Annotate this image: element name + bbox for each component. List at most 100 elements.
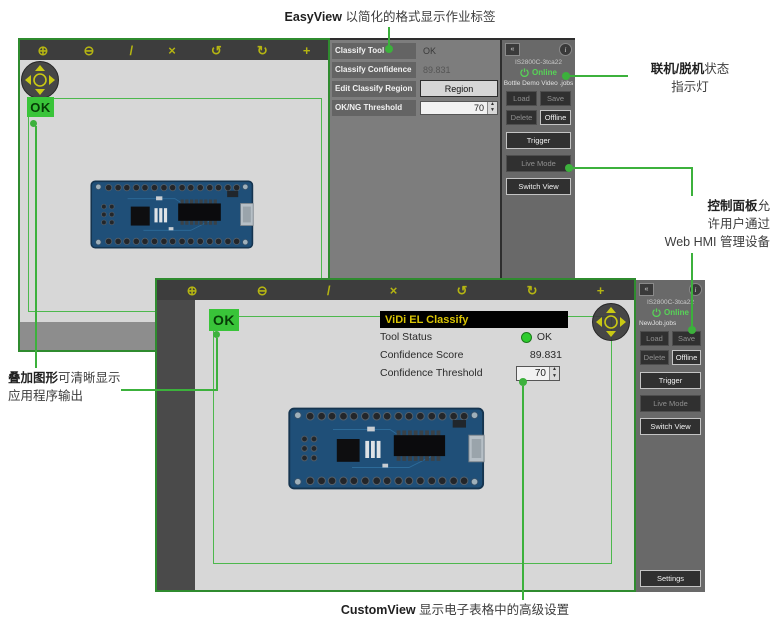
- classify-tool-label: Classify Tool: [332, 43, 416, 59]
- annotation-customview-rest: 显示电子表格中的高级设置: [416, 603, 569, 617]
- customview-toolbar: ⊕ ⊖ / × ↺ ↻ +: [157, 280, 634, 300]
- pan-icon[interactable]: +: [303, 44, 311, 57]
- vidi-panel-title: ViDi EL Classify: [380, 311, 568, 328]
- customview-ok-badge: OK: [209, 309, 239, 331]
- annotation-customview-bold: CustomView: [341, 603, 416, 617]
- classify-tool-value: OK: [416, 46, 436, 56]
- classify-confidence-value: 89.831: [416, 65, 451, 75]
- stepper-down-icon[interactable]: ▼: [550, 373, 559, 380]
- classify-row: Edit Classify Region Region: [332, 80, 498, 97]
- zoom-out-icon[interactable]: ⊖: [84, 44, 95, 57]
- annotation-easyview-rest: 以简化的格式显示作业标签: [342, 10, 495, 24]
- confidence-threshold-label: Confidence Threshold: [380, 367, 483, 379]
- info-icon[interactable]: i: [559, 43, 572, 56]
- tool-status-label: Tool Status: [380, 331, 432, 343]
- load-button[interactable]: Load: [640, 331, 669, 346]
- connector-online: [569, 75, 628, 77]
- offline-button[interactable]: Offline: [540, 110, 571, 125]
- live-mode-button[interactable]: Live Mode: [640, 395, 701, 412]
- zoom-in-icon[interactable]: ⊕: [187, 284, 198, 297]
- confidence-score-value: 89.831: [530, 349, 562, 361]
- classify-row: OK/NG Threshold 70 ▲ ▼: [332, 99, 498, 116]
- connector-control-v1: [691, 169, 693, 196]
- annotation-easyview-bold: EasyView: [285, 10, 342, 24]
- power-icon: [520, 68, 529, 77]
- rotate-cw-icon[interactable]: ↻: [527, 284, 538, 297]
- annotation-online: 联机/脱机状态 指示灯: [615, 60, 765, 96]
- trigger-button[interactable]: Trigger: [640, 372, 701, 389]
- online-status: Online: [636, 308, 705, 317]
- page: ⊕ ⊖ / × ↺ ↻ + OK: [0, 0, 770, 634]
- spinner-arrows: ▲ ▼: [487, 102, 497, 114]
- customview-device-panel: « i IS2800C-3tca22 Online NewJob.jobs Lo…: [636, 280, 705, 592]
- measure-icon[interactable]: /: [130, 44, 134, 57]
- confidence-score-row: Confidence Score 89.831: [380, 346, 568, 364]
- annotation-control-bold: 控制面板: [707, 199, 757, 213]
- delete-button[interactable]: Delete: [506, 110, 537, 125]
- region-button[interactable]: Region: [420, 80, 498, 97]
- save-button[interactable]: Save: [672, 331, 701, 346]
- rotate-ccw-icon[interactable]: ↺: [211, 44, 222, 57]
- switch-view-button[interactable]: Switch View: [506, 178, 571, 195]
- load-button[interactable]: Load: [506, 91, 537, 106]
- online-status-label: Online: [532, 68, 557, 77]
- device-name: IS2800C-3tca22: [502, 59, 575, 66]
- annotation-control-line2: 许用户通过: [598, 215, 770, 233]
- collapse-icon[interactable]: «: [639, 283, 654, 296]
- stepper-down-icon[interactable]: ▼: [488, 108, 497, 114]
- rotate-ccw-icon[interactable]: ↺: [457, 284, 468, 297]
- measure-icon[interactable]: /: [327, 284, 331, 297]
- annotation-customview: CustomView 显示电子表格中的高级设置: [270, 601, 640, 619]
- customview-image-viewport[interactable]: OK ViDi EL Classify Tool Status OK: [195, 300, 634, 590]
- settings-button[interactable]: Settings: [640, 570, 701, 587]
- customview-left-strip: [157, 300, 195, 590]
- job-name: Bottle Demo Video .jobs: [502, 80, 575, 87]
- annotation-control-rest: 允: [757, 199, 770, 213]
- job-name: NewJob.jobs: [636, 320, 705, 327]
- switch-view-button[interactable]: Switch View: [640, 418, 701, 435]
- edit-region-label: Edit Classify Region: [332, 81, 416, 97]
- threshold-spinner[interactable]: 70 ▲ ▼: [420, 101, 498, 115]
- customview-window: ⊕ ⊖ / × ↺ ↻ + OK ViDi EL Classify: [155, 278, 705, 592]
- online-status-label: Online: [664, 308, 689, 317]
- annotation-online-rest: 状态: [704, 62, 729, 76]
- easyview-toolbar: ⊕ ⊖ / × ↺ ↻ +: [20, 40, 328, 60]
- rotate-cw-icon[interactable]: ↻: [257, 44, 268, 57]
- save-button[interactable]: Save: [540, 91, 571, 106]
- collapse-icon[interactable]: «: [505, 43, 520, 56]
- pcb-image: [80, 175, 270, 254]
- annotation-control-line3: Web HMI 管理设备: [598, 233, 770, 251]
- live-mode-button[interactable]: Live Mode: [506, 155, 571, 172]
- connector-control-h: [572, 167, 693, 169]
- annotation-overlay-bold: 叠加图形: [8, 371, 58, 385]
- zoom-out-icon[interactable]: ⊖: [257, 284, 268, 297]
- pan-dpad-icon[interactable]: [591, 302, 631, 342]
- easyview-ok-badge: OK: [27, 97, 54, 117]
- pan-icon[interactable]: +: [597, 284, 605, 297]
- threshold-label: OK/NG Threshold: [332, 100, 416, 116]
- tool-status-value: OK: [537, 331, 552, 343]
- pan-dpad-icon[interactable]: [20, 60, 60, 100]
- trigger-button[interactable]: Trigger: [506, 132, 571, 149]
- cross-icon[interactable]: ×: [168, 44, 176, 57]
- tool-status-row: Tool Status OK: [380, 328, 568, 346]
- confidence-threshold-value[interactable]: 70: [517, 367, 549, 380]
- customview-display-area: ⊕ ⊖ / × ↺ ↻ + OK ViDi EL Classify: [155, 278, 636, 592]
- threshold-value[interactable]: 70: [421, 102, 487, 114]
- pcb-image: [276, 401, 504, 496]
- confidence-threshold-spinner[interactable]: 70 ▲ ▼: [516, 366, 560, 381]
- zoom-in-icon[interactable]: ⊕: [38, 44, 49, 57]
- confidence-threshold-row: Confidence Threshold 70 ▲ ▼: [380, 364, 568, 382]
- annotation-control: 控制面板允 许用户通过 Web HMI 管理设备: [598, 197, 770, 251]
- classify-confidence-label: Classify Confidence: [332, 62, 416, 78]
- offline-button[interactable]: Offline: [672, 350, 701, 365]
- device-name: IS2800C-3tca22: [636, 299, 705, 306]
- spinner-arrows: ▲ ▼: [549, 367, 559, 380]
- delete-button[interactable]: Delete: [640, 350, 669, 365]
- annotation-online-line2: 指示灯: [615, 78, 765, 96]
- online-status: Online: [502, 68, 575, 77]
- device-panel-header: « i: [636, 280, 705, 296]
- info-icon[interactable]: i: [689, 283, 702, 296]
- annotation-easyview: EasyView 以简化的格式显示作业标签: [225, 8, 555, 26]
- cross-icon[interactable]: ×: [390, 284, 398, 297]
